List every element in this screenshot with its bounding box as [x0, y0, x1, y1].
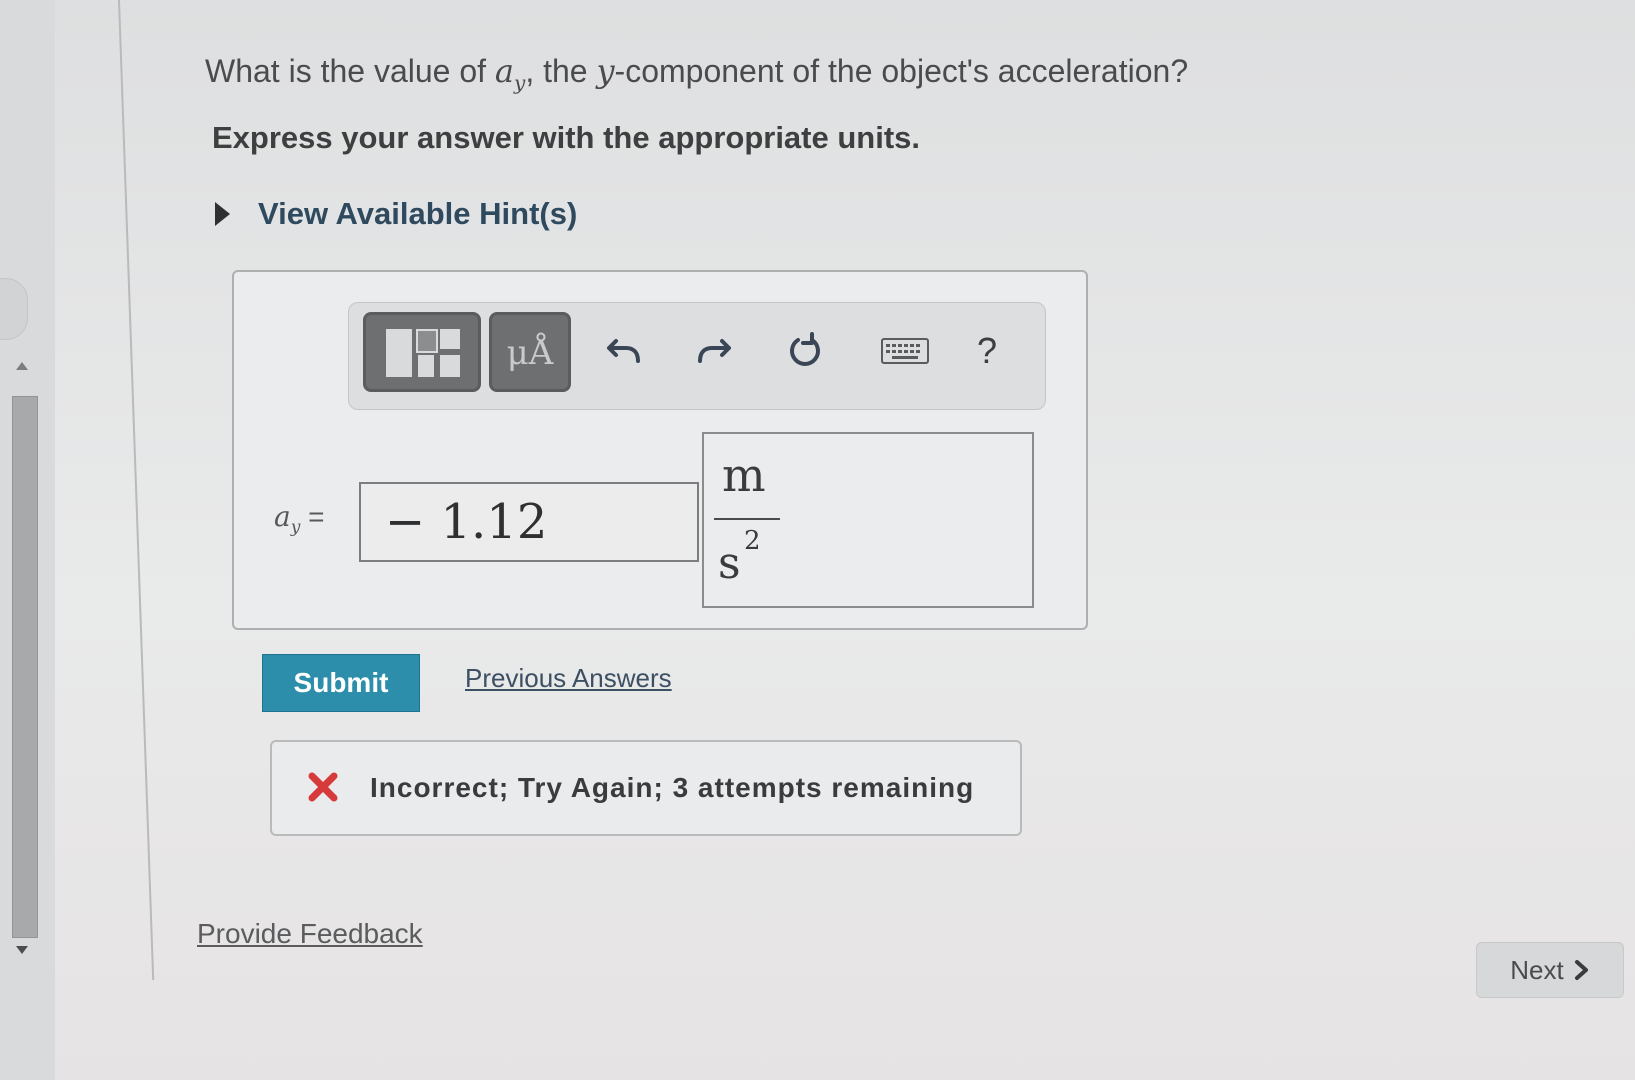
- units-icon: μÅ: [506, 333, 554, 373]
- templates-button[interactable]: [363, 312, 481, 392]
- scrollbar[interactable]: [6, 360, 46, 960]
- provide-feedback-link[interactable]: Provide Feedback: [197, 918, 423, 950]
- answer-label: ay =: [274, 500, 324, 538]
- redo-icon: [698, 339, 731, 363]
- feedback-message-box: Incorrect; Try Again; 3 attempts remaini…: [270, 740, 1022, 836]
- previous-answers-link[interactable]: Previous Answers: [465, 663, 672, 694]
- fraction-bar: [714, 518, 780, 520]
- value-input[interactable]: − 1.12: [359, 482, 699, 562]
- reset-button[interactable]: [786, 331, 826, 371]
- instruction-text: Express your answer with the appropriate…: [212, 120, 921, 155]
- reset-icon: [790, 332, 820, 366]
- chevron-right-icon: [1574, 960, 1588, 980]
- next-button[interactable]: Next: [1476, 942, 1624, 998]
- expand-triangle-icon: [215, 202, 230, 226]
- units-input[interactable]: m s 2: [702, 432, 1034, 608]
- var-symbol: a: [494, 52, 514, 90]
- units-button[interactable]: μÅ: [489, 312, 571, 392]
- unit-numerator: m: [722, 448, 766, 502]
- help-button[interactable]: ?: [967, 330, 1007, 371]
- label-subscript: y: [290, 517, 301, 538]
- collapse-panel-tab[interactable]: [0, 278, 28, 340]
- question-text: What is the value of ay, the y-component…: [205, 52, 1188, 94]
- answer-box: μÅ ? ay = − 1.12 m s 2: [232, 270, 1088, 630]
- redo-button[interactable]: [694, 331, 734, 371]
- view-hints-toggle[interactable]: View Available Hint(s): [215, 196, 577, 232]
- undo-icon: [607, 339, 640, 363]
- next-label: Next: [1510, 954, 1564, 985]
- feedback-text: Incorrect; Try Again; 3 attempts remaini…: [370, 772, 975, 803]
- undo-button[interactable]: [604, 331, 644, 371]
- label-equals: =: [308, 501, 325, 532]
- unit-exponent: 2: [744, 526, 761, 556]
- help-icon: ?: [976, 330, 998, 371]
- component-symbol: y: [596, 52, 615, 90]
- variable-a-y: ay: [494, 52, 525, 94]
- question-prefix: What is the value of: [205, 53, 495, 89]
- keyboard-button[interactable]: [879, 331, 931, 371]
- question-middle: , the: [525, 53, 597, 89]
- view-hints-label: View Available Hint(s): [258, 196, 578, 231]
- submit-button[interactable]: Submit: [262, 654, 420, 712]
- scroll-up-icon[interactable]: [16, 362, 28, 370]
- scrollbar-thumb[interactable]: [12, 396, 38, 938]
- keyboard-icon: [881, 338, 929, 364]
- label-symbol: a: [274, 500, 291, 533]
- question-suffix: -component of the object's acceleration?: [614, 53, 1189, 89]
- unit-denominator: s: [718, 538, 741, 589]
- panel-divider: [118, 0, 155, 980]
- scroll-down-icon[interactable]: [16, 946, 28, 954]
- var-subscript: y: [514, 70, 526, 95]
- math-toolbar: μÅ ?: [348, 302, 1046, 410]
- incorrect-x-icon: [308, 772, 338, 802]
